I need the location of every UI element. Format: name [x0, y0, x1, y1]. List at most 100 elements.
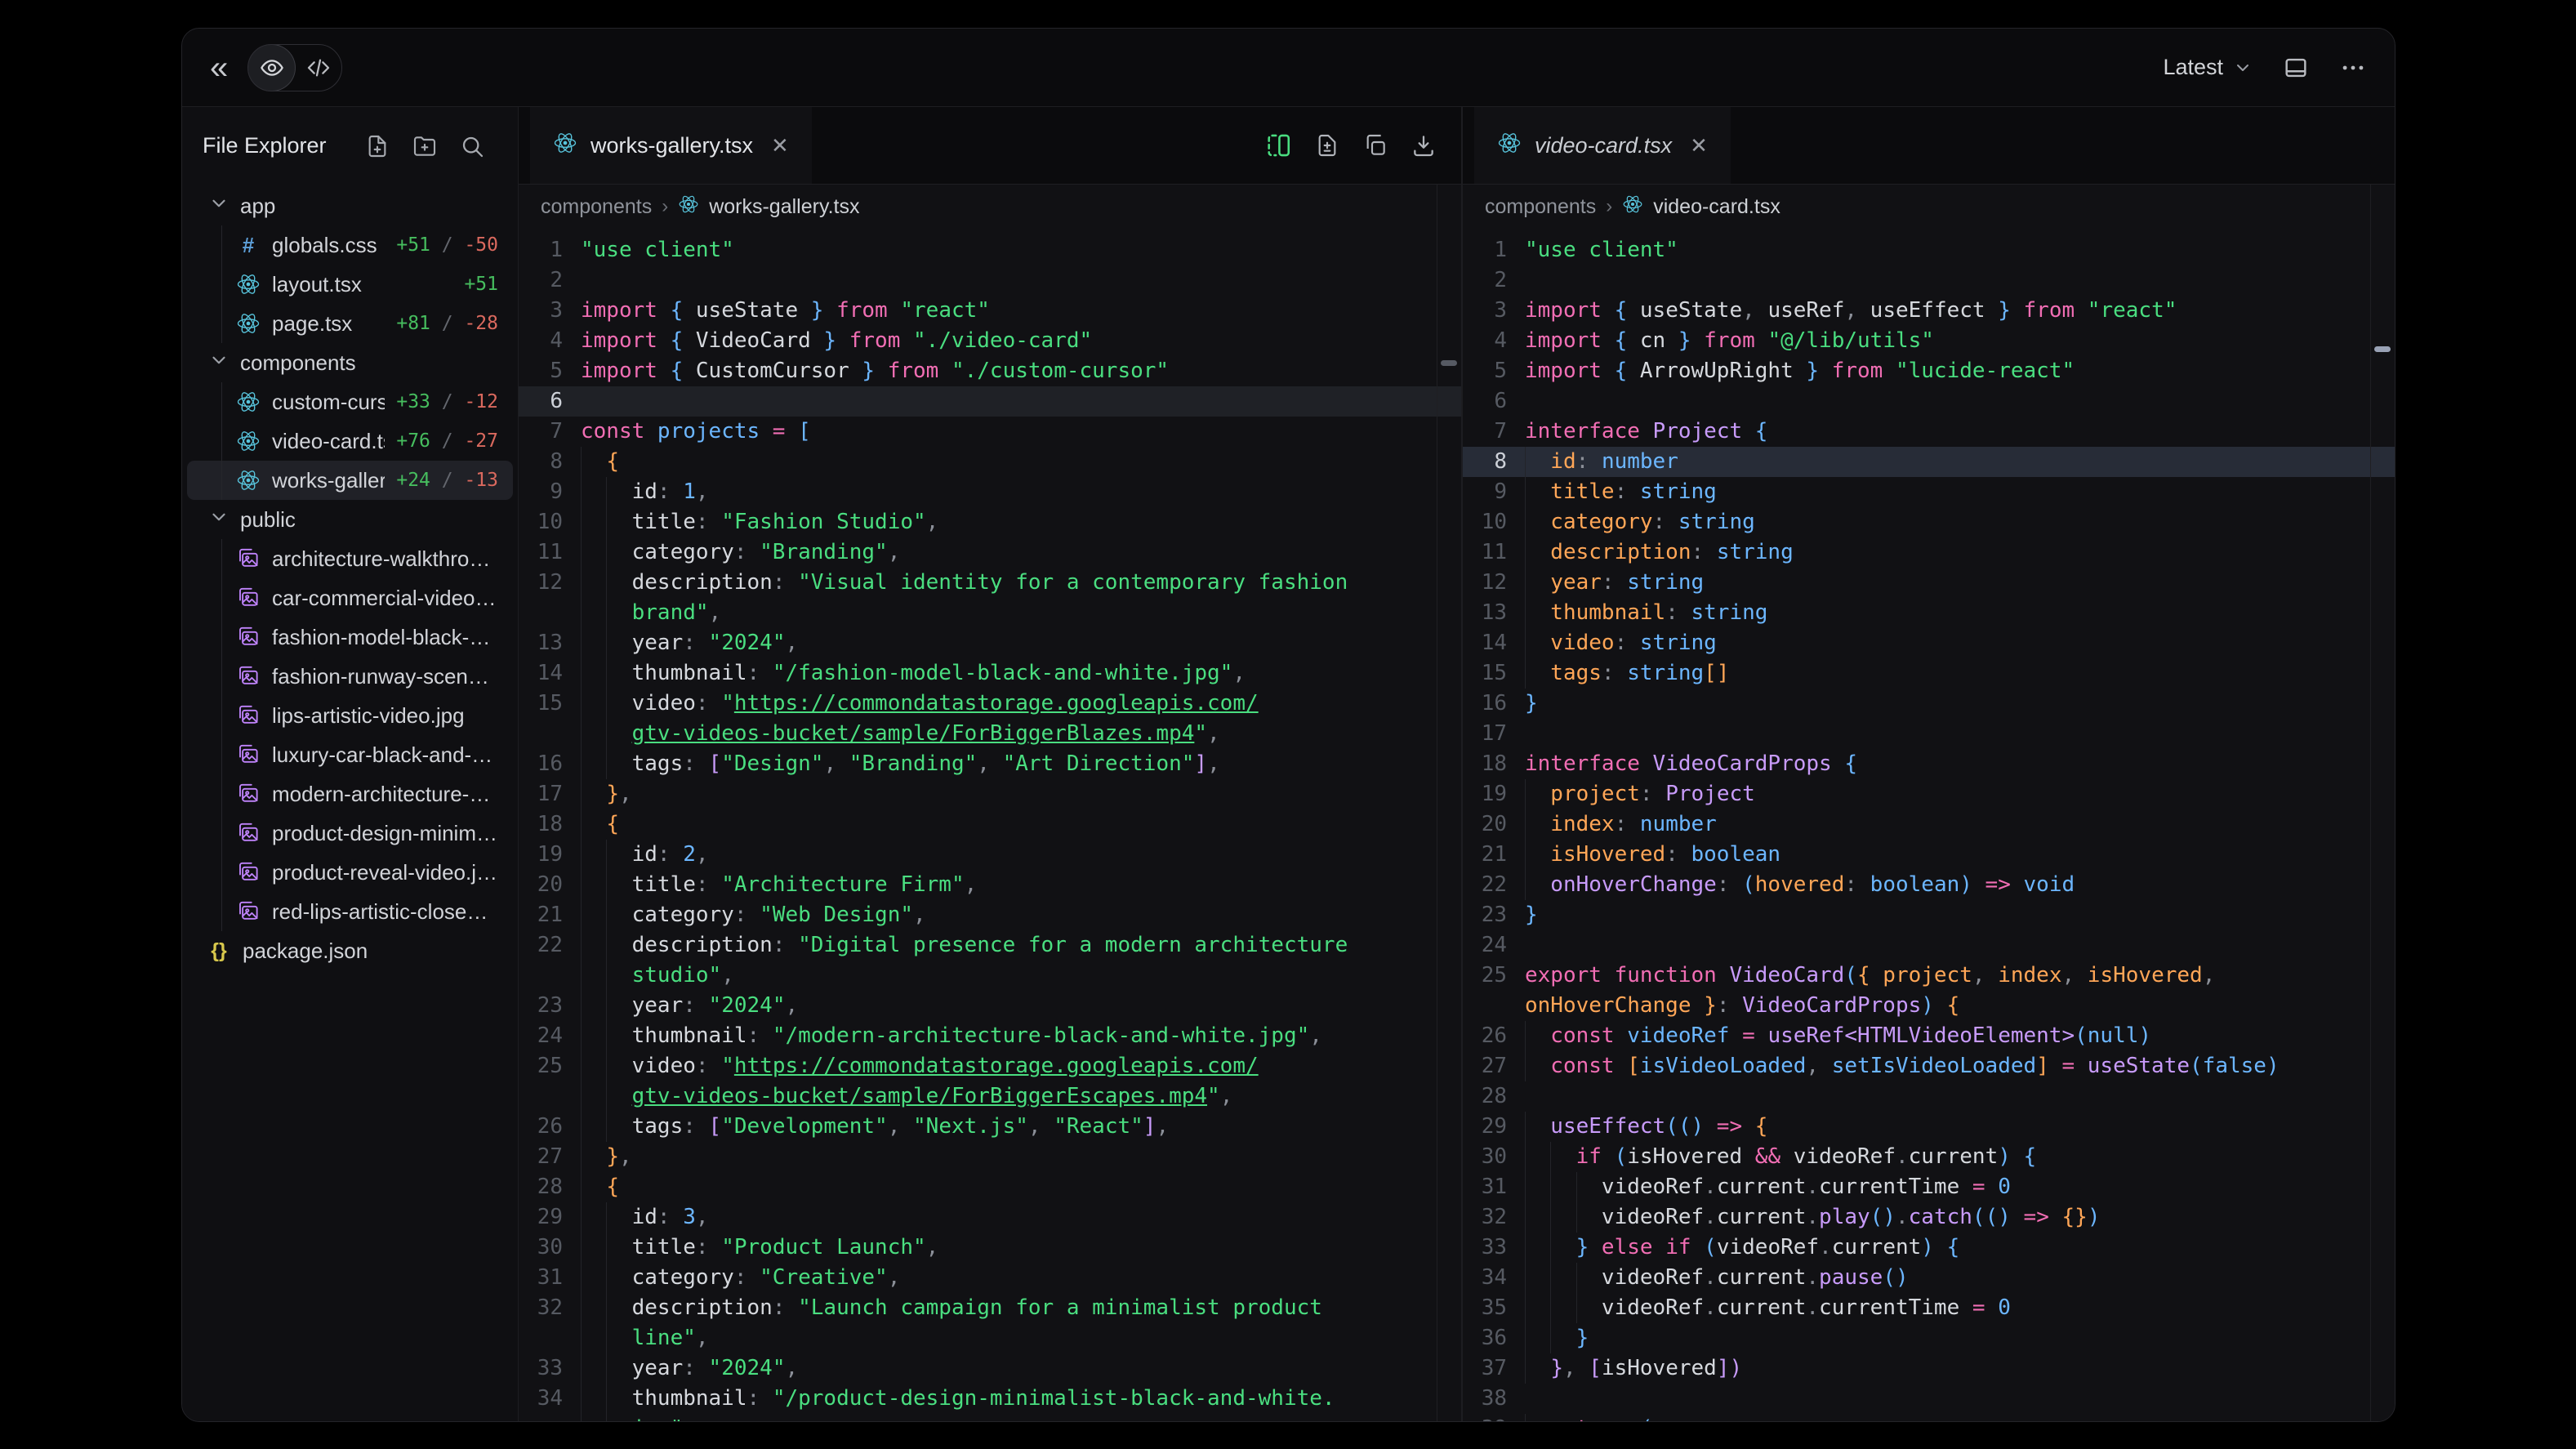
download-icon[interactable] [1411, 132, 1437, 158]
scrollbar[interactable] [1437, 185, 1461, 1421]
code-line-19[interactable]: 19 project: Project [1463, 779, 2395, 809]
code-line-17[interactable]: 17 }, [519, 779, 1461, 809]
code-line-28[interactable]: 28 [1463, 1081, 2395, 1112]
code-line-wrap[interactable]: jpg", [519, 1414, 1461, 1421]
code-line-28[interactable]: 28 { [519, 1172, 1461, 1202]
code-line-24[interactable]: 24 [1463, 930, 2395, 961]
code-line-37[interactable]: 37 }, [isHovered]) [1463, 1353, 2395, 1384]
code-line-36[interactable]: 36 } [1463, 1323, 2395, 1353]
file-row-video-card.tsx[interactable]: video-card.tsx+76 / -27 [187, 421, 513, 461]
code-line-17[interactable]: 17 [1463, 719, 2395, 749]
code-line-6[interactable]: 6 [519, 386, 1461, 417]
code-line-14[interactable]: 14 thumbnail: "/fashion-model-black-and-… [519, 658, 1461, 689]
code-line-34[interactable]: 34 videoRef.current.pause() [1463, 1263, 2395, 1293]
code-line-18[interactable]: 18 { [519, 809, 1461, 840]
code-line-16[interactable]: 16 tags: ["Design", "Branding", "Art Dir… [519, 749, 1461, 779]
code-line-21[interactable]: 21 isHovered: boolean [1463, 840, 2395, 870]
code-line-30[interactable]: 30 if (isHovered && videoRef.current) { [1463, 1142, 2395, 1172]
file-row-layout.tsx[interactable]: layout.tsx+51 [187, 265, 513, 304]
code-line-4[interactable]: 4import { cn } from "@/lib/utils" [1463, 326, 2395, 356]
code-line-32[interactable]: 32 description: "Launch campaign for a m… [519, 1293, 1461, 1323]
code-line-2[interactable]: 2 [519, 265, 1461, 296]
breadcrumb-file[interactable]: works-gallery.tsx [709, 195, 859, 219]
code-line-25[interactable]: 25export function VideoCard({ project, i… [1463, 961, 2395, 991]
code-line-wrap[interactable]: gtv-videos-bucket/sample/ForBiggerBlazes… [519, 719, 1461, 749]
code-line-7[interactable]: 7const projects = [ [519, 417, 1461, 447]
breadcrumb-folder[interactable]: components [541, 195, 652, 219]
file-row-lips-artistic-video.jpg[interactable]: lips-artistic-video.jpg [187, 696, 513, 735]
code-line-31[interactable]: 31 videoRef.current.currentTime = 0 [1463, 1172, 2395, 1202]
file-row-fashion-runway-scen-[interactable]: fashion-runway-scen… [187, 657, 513, 696]
code-line-wrap[interactable]: brand", [519, 598, 1461, 628]
code-line-33[interactable]: 33 } else if (videoRef.current) { [1463, 1233, 2395, 1263]
code-line-wrap[interactable]: line", [519, 1323, 1461, 1353]
code-line-5[interactable]: 5import { CustomCursor } from "./custom-… [519, 356, 1461, 386]
scrollbar[interactable] [2370, 185, 2395, 1421]
code-line-33[interactable]: 33 year: "2024", [519, 1353, 1461, 1384]
file-row-package.json[interactable]: {}package.json [187, 931, 513, 970]
code-line-38[interactable]: 38 [1463, 1384, 2395, 1414]
code-line-14[interactable]: 14 video: string [1463, 628, 2395, 658]
search-icon[interactable] [459, 133, 485, 159]
panel-bottom-icon[interactable] [2282, 54, 2310, 82]
file-row-product-design-minim-[interactable]: product-design-minim… [187, 814, 513, 853]
new-file-icon[interactable] [364, 133, 390, 159]
code-line-32[interactable]: 32 videoRef.current.play().catch(() => {… [1463, 1202, 2395, 1233]
file-row-fashion-model-black-[interactable]: fashion-model-black-… [187, 617, 513, 657]
code-line-19[interactable]: 19 id: 2, [519, 840, 1461, 870]
code-line-25[interactable]: 25 video: "https://commondatastorage.goo… [519, 1051, 1461, 1081]
breadcrumb[interactable]: components › works-gallery.tsx [519, 185, 1461, 229]
code-line-20[interactable]: 20 title: "Architecture Firm", [519, 870, 1461, 900]
preview-eye-icon[interactable] [248, 45, 295, 91]
code-line-30[interactable]: 30 title: "Product Launch", [519, 1233, 1461, 1263]
file-row-product-reveal-video.j-[interactable]: product-reveal-video.j… [187, 853, 513, 892]
code-view-icon[interactable] [295, 45, 341, 91]
code-line-3[interactable]: 3import { useState } from "react" [519, 296, 1461, 326]
copy-icon[interactable] [1362, 132, 1388, 158]
code-line-12[interactable]: 12 year: string [1463, 568, 2395, 598]
code-line-24[interactable]: 24 thumbnail: "/modern-architecture-blac… [519, 1021, 1461, 1051]
code-line-1[interactable]: 1"use client" [1463, 235, 2395, 265]
file-row-custom-curs-[interactable]: custom-curs…+33 / -12 [187, 382, 513, 421]
code-line-18[interactable]: 18interface VideoCardProps { [1463, 749, 2395, 779]
code-line-27[interactable]: 27 const [isVideoLoaded, setIsVideoLoade… [1463, 1051, 2395, 1081]
code-line-20[interactable]: 20 index: number [1463, 809, 2395, 840]
code-line-8[interactable]: 8 { [519, 447, 1461, 477]
code-editor-video-card[interactable]: 1"use client"23import { useState, useRef… [1463, 229, 2395, 1421]
code-line-10[interactable]: 10 title: "Fashion Studio", [519, 507, 1461, 537]
code-line-10[interactable]: 10 category: string [1463, 507, 2395, 537]
folder-row-public[interactable]: public [187, 500, 513, 539]
file-row-page.tsx[interactable]: page.tsx+81 / -28 [187, 304, 513, 343]
code-line-29[interactable]: 29 id: 3, [519, 1202, 1461, 1233]
code-line-34[interactable]: 34 thumbnail: "/product-design-minimalis… [519, 1384, 1461, 1414]
breadcrumb-file[interactable]: video-card.tsx [1653, 195, 1780, 219]
code-line-12[interactable]: 12 description: "Visual identity for a c… [519, 568, 1461, 598]
code-line-8[interactable]: 8 id: number [1463, 447, 2395, 477]
file-row-luxury-car-black-and-[interactable]: luxury-car-black-and-… [187, 735, 513, 774]
code-line-27[interactable]: 27 }, [519, 1142, 1461, 1172]
code-line-wrap[interactable]: studio", [519, 961, 1461, 991]
code-line-13[interactable]: 13 thumbnail: string [1463, 598, 2395, 628]
code-line-16[interactable]: 16} [1463, 689, 2395, 719]
folder-row-components[interactable]: components [187, 343, 513, 382]
code-line-22[interactable]: 22 onHoverChange: (hovered: boolean) => … [1463, 870, 2395, 900]
version-selector[interactable]: Latest [2163, 55, 2253, 80]
code-line-wrap[interactable]: gtv-videos-bucket/sample/ForBiggerEscape… [519, 1081, 1461, 1112]
code-line-9[interactable]: 9 title: string [1463, 477, 2395, 507]
code-line-15[interactable]: 15 tags: string[] [1463, 658, 2395, 689]
code-line-26[interactable]: 26 const videoRef = useRef<HTMLVideoElem… [1463, 1021, 2395, 1051]
code-line-1[interactable]: 1"use client" [519, 235, 1461, 265]
breadcrumb-folder[interactable]: components [1485, 195, 1596, 219]
code-line-31[interactable]: 31 category: "Creative", [519, 1263, 1461, 1293]
code-line-5[interactable]: 5import { ArrowUpRight } from "lucide-re… [1463, 356, 2395, 386]
code-line-7[interactable]: 7interface Project { [1463, 417, 2395, 447]
file-row-modern-architecture-[interactable]: modern-architecture-… [187, 774, 513, 814]
code-line-23[interactable]: 23} [1463, 900, 2395, 930]
code-line-29[interactable]: 29 useEffect(() => { [1463, 1112, 2395, 1142]
tab-video-card[interactable]: video-card.tsx ✕ [1474, 107, 1731, 184]
code-line-21[interactable]: 21 category: "Web Design", [519, 900, 1461, 930]
code-line-11[interactable]: 11 category: "Branding", [519, 537, 1461, 568]
code-line-22[interactable]: 22 description: "Digital presence for a … [519, 930, 1461, 961]
code-line-6[interactable]: 6 [1463, 386, 2395, 417]
split-view-icon[interactable] [1264, 132, 1292, 159]
